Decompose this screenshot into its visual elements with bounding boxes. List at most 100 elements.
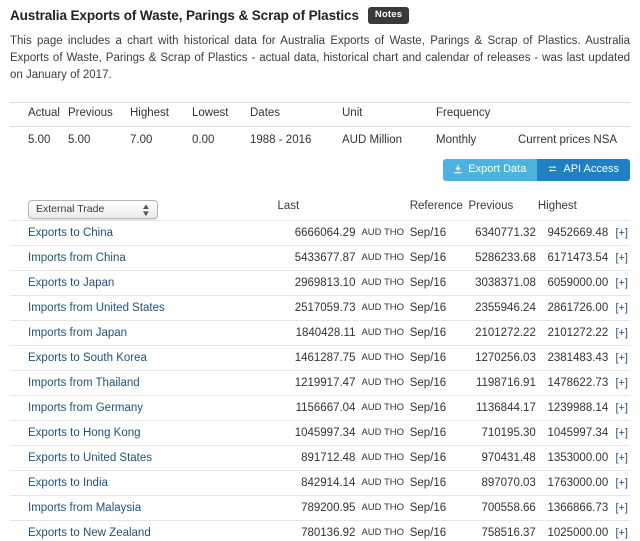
trade-data-table: Last Reference Previous Highest Exports …: [10, 200, 630, 541]
row-reference-cell: Sep/16: [409, 344, 467, 370]
row-last-cell: 1156667.04: [275, 394, 356, 420]
row-unit-cell: AUD THO: [355, 469, 410, 495]
series-link[interactable]: Exports to Japan: [28, 277, 114, 289]
row-last-cell: 780136.92: [275, 519, 356, 541]
expand-row-link[interactable]: [+]: [615, 427, 628, 439]
row-highest-cell: 6059000.00: [535, 269, 609, 295]
page-container: Australia Exports of Waste, Parings & Sc…: [0, 0, 640, 541]
data-header-last: Last: [277, 199, 300, 212]
row-highest-cell: 9452669.48: [535, 219, 609, 245]
row-highest-cell: 1763000.00: [535, 469, 609, 495]
expand-row-link[interactable]: [+]: [615, 527, 628, 539]
exchange-arrows-icon: [547, 164, 558, 174]
page-title: Australia Exports of Waste, Parings & Sc…: [10, 7, 359, 23]
series-link[interactable]: Imports from Germany: [28, 402, 143, 414]
row-name-cell: Exports to India: [10, 469, 276, 495]
table-row: Imports from Thailand 1219917.47 AUD THO Se…: [10, 369, 630, 395]
row-reference-cell: Sep/16: [409, 519, 467, 541]
expand-row-link[interactable]: [+]: [615, 302, 628, 314]
table-row: Exports to South Korea 1461287.75 AUD THO S…: [10, 344, 630, 370]
row-name-cell: Exports to United States: [10, 444, 276, 470]
expand-row-link[interactable]: [+]: [615, 277, 628, 289]
api-access-button[interactable]: API Access: [537, 158, 630, 181]
row-previous-cell: 2101272.22: [466, 319, 536, 345]
row-name-cell: Exports to Hong Kong: [10, 419, 276, 445]
expand-row-link[interactable]: [+]: [615, 452, 628, 464]
row-previous-cell: 970431.48: [466, 444, 536, 470]
row-highest-cell: 1239988.14: [535, 394, 609, 420]
series-link[interactable]: Exports to United States: [28, 452, 152, 464]
expand-row-link[interactable]: [+]: [615, 252, 628, 264]
table-row: Imports from China 5433677.87 AUD THO Sep/1…: [10, 244, 630, 270]
row-unit-cell: AUD THO: [355, 494, 410, 520]
row-previous-cell: 6340771.32: [466, 219, 536, 245]
expand-row-link[interactable]: [+]: [615, 352, 628, 364]
row-previous-cell: 710195.30: [466, 419, 536, 445]
row-expand-cell: [+]: [608, 319, 630, 345]
series-link[interactable]: Imports from United States: [28, 302, 165, 314]
row-last-cell: 1219917.47: [275, 369, 356, 395]
row-expand-cell: [+]: [608, 219, 630, 245]
expand-row-link[interactable]: [+]: [615, 377, 628, 389]
row-expand-cell: [+]: [608, 294, 630, 320]
title-row: Australia Exports of Waste, Parings & Sc…: [10, 0, 630, 24]
table-row: Exports to United States 891712.48 AUD THO…: [10, 444, 630, 470]
series-link[interactable]: Imports from Malaysia: [28, 502, 141, 514]
toolbar: Export Data API Access: [10, 158, 630, 181]
row-last-cell: 789200.95: [275, 494, 356, 520]
table-row: Exports to New Zealand 780136.92 AUD THO Se…: [10, 519, 630, 541]
row-unit-cell: AUD THO: [355, 419, 410, 445]
series-link[interactable]: Exports to India: [28, 477, 108, 489]
row-name-cell: Exports to South Korea: [10, 344, 276, 370]
row-unit-cell: AUD THO: [355, 519, 410, 541]
expand-row-link[interactable]: [+]: [615, 327, 628, 339]
expand-row-link[interactable]: [+]: [615, 502, 628, 514]
row-last-cell: 1045997.34: [275, 419, 356, 445]
row-unit-cell: AUD THO: [355, 444, 410, 470]
table-row: Exports to Hong Kong 1045997.34 AUD THO Sep…: [10, 419, 630, 445]
row-reference-cell: Sep/16: [409, 369, 467, 395]
row-expand-cell: [+]: [608, 394, 630, 420]
row-highest-cell: 1478622.73: [535, 369, 609, 395]
data-header-reference: Reference: [409, 199, 463, 212]
summary-value-dates: 1988 - 2016: [250, 133, 312, 146]
row-unit-cell: AUD THO: [355, 369, 410, 395]
table-row: Exports to Japan 2969813.10 AUD THO Sep/16 3…: [10, 269, 630, 295]
series-link[interactable]: Exports to Hong Kong: [28, 427, 141, 439]
row-highest-cell: 2101272.22: [535, 319, 609, 345]
expand-row-link[interactable]: [+]: [615, 477, 628, 489]
category-select[interactable]: External Trade ▲ ▼: [28, 199, 158, 219]
category-select-value: External Trade: [36, 202, 105, 215]
export-data-button[interactable]: Export Data: [443, 158, 538, 181]
series-link[interactable]: Imports from Japan: [28, 327, 127, 339]
series-link[interactable]: Exports to New Zealand: [28, 527, 151, 539]
row-highest-cell: 2861726.00: [535, 294, 609, 320]
series-link[interactable]: Exports to South Korea: [28, 352, 147, 364]
row-last-cell: 5433677.87: [275, 244, 356, 270]
row-reference-cell: Sep/16: [409, 269, 467, 295]
row-reference-cell: Sep/16: [409, 244, 467, 270]
series-link[interactable]: Imports from Thailand: [28, 377, 140, 389]
series-link[interactable]: Exports to China: [28, 227, 113, 239]
data-table-body: Exports to China 6666064.29 AUD THO Sep/16 6…: [10, 219, 630, 541]
row-highest-cell: 1025000.00: [535, 519, 609, 541]
expand-row-link[interactable]: [+]: [615, 227, 628, 239]
table-row: Exports to China 6666064.29 AUD THO Sep/16 6…: [10, 219, 630, 245]
row-last-cell: 1461287.75: [275, 344, 356, 370]
notes-badge[interactable]: Notes: [367, 7, 410, 24]
series-link[interactable]: Imports from China: [28, 252, 126, 264]
row-expand-cell: [+]: [608, 469, 630, 495]
row-unit-cell: AUD THO: [355, 294, 410, 320]
row-name-cell: Exports to New Zealand: [10, 519, 276, 541]
row-reference-cell: Sep/16: [409, 294, 467, 320]
data-header-previous: Previous: [468, 199, 514, 212]
summary-value-note: Current prices NSA: [518, 133, 618, 146]
row-reference-cell: Sep/16: [409, 469, 467, 495]
expand-row-link[interactable]: [+]: [615, 402, 628, 414]
row-previous-cell: 5286233.68: [466, 244, 536, 270]
row-expand-cell: [+]: [608, 244, 630, 270]
row-highest-cell: 6171473.54: [535, 244, 609, 270]
export-data-label: Export Data: [468, 162, 527, 175]
data-header-highest: Highest: [537, 199, 577, 212]
row-previous-cell: 758516.37: [466, 519, 536, 541]
